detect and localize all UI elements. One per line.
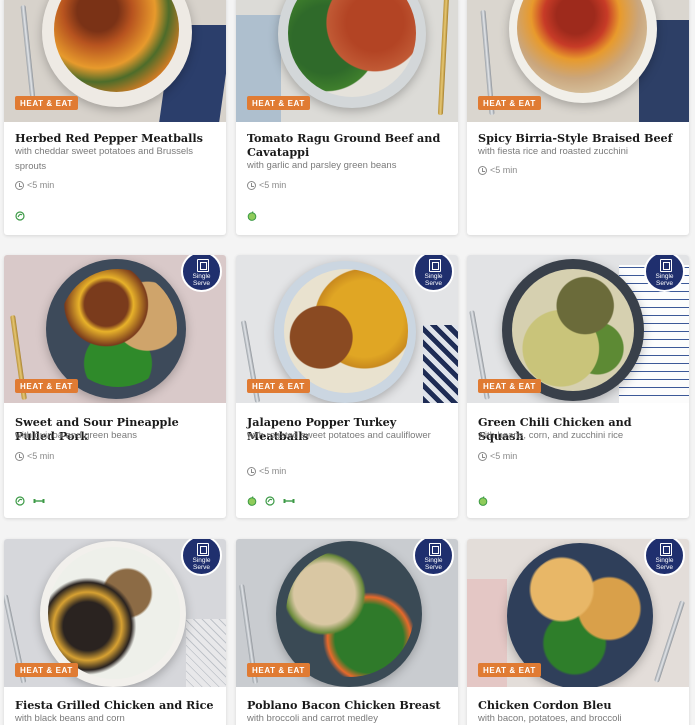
diet-icons bbox=[15, 211, 25, 221]
clock-icon bbox=[15, 180, 24, 190]
meal-title[interactable]: Chicken Cordon Bleu bbox=[478, 698, 678, 712]
clock-icon bbox=[247, 466, 256, 476]
apple-icon bbox=[247, 211, 257, 221]
meal-card[interactable]: Single Serve HEAT & EAT Jalapeno Popper T… bbox=[236, 255, 458, 518]
meal-image[interactable]: HEAT & EAT bbox=[467, 0, 689, 122]
meal-subtitle: with beans, corn, and zucchini rice bbox=[478, 430, 624, 441]
low-carb-icon bbox=[15, 496, 25, 506]
meal-card[interactable]: HEAT & EAT Tomato Ragu Ground Beef and C… bbox=[236, 0, 458, 235]
clock-icon bbox=[15, 451, 24, 461]
prep-time: <5 min bbox=[15, 180, 54, 190]
meal-subtitle: with fiesta rice and roasted zucchini bbox=[478, 146, 628, 157]
meal-container-icon bbox=[429, 259, 441, 272]
meal-image[interactable]: Single Serve HEAT & EAT bbox=[236, 539, 458, 687]
meal-subtitle: with garlic and parsley green beans bbox=[247, 160, 397, 171]
low-carb-icon bbox=[15, 211, 25, 221]
meal-image[interactable]: Single Serve HEAT & EAT bbox=[4, 539, 226, 687]
prep-time: <5 min bbox=[478, 451, 517, 461]
heat-and-eat-tag: HEAT & EAT bbox=[15, 663, 78, 677]
meal-card[interactable]: Single Serve HEAT & EAT Fiesta Grilled Ch… bbox=[4, 539, 226, 725]
meal-subtitle: with black beans and corn bbox=[15, 713, 125, 724]
diet-icons bbox=[247, 496, 295, 506]
apple-icon bbox=[478, 496, 488, 506]
heat-and-eat-tag: HEAT & EAT bbox=[247, 96, 310, 110]
heat-and-eat-tag: HEAT & EAT bbox=[247, 663, 310, 677]
meal-subtitle: with cheddar sweet potatoes and Brussels… bbox=[15, 146, 193, 172]
meal-card[interactable]: Single Serve HEAT & EAT Sweet and Sour Pi… bbox=[4, 255, 226, 518]
protein-icon bbox=[33, 496, 45, 506]
meal-subtitle: with bacon, potatoes, and broccoli bbox=[478, 713, 622, 724]
prep-time-label: <5 min bbox=[490, 165, 518, 175]
prep-time-label: <5 min bbox=[259, 180, 287, 190]
meal-subtitle: with broccoli and carrot medley bbox=[247, 713, 378, 724]
meal-image[interactable]: Single Serve HEAT & EAT bbox=[4, 255, 226, 403]
clock-icon bbox=[247, 180, 256, 190]
meal-subtitle: with roasted sweet potatoes and cauliflo… bbox=[247, 430, 431, 441]
heat-and-eat-tag: HEAT & EAT bbox=[15, 96, 78, 110]
meal-card[interactable]: Single Serve HEAT & EAT Chicken Cordon Bl… bbox=[467, 539, 689, 725]
meal-container-icon bbox=[197, 259, 209, 272]
prep-time-label: <5 min bbox=[490, 451, 518, 461]
heat-and-eat-tag: HEAT & EAT bbox=[478, 663, 541, 677]
meal-title[interactable]: Tomato Ragu Ground Beef and Cavatappi bbox=[247, 131, 447, 159]
meal-image[interactable]: HEAT & EAT bbox=[4, 0, 226, 122]
diet-icons bbox=[247, 211, 257, 221]
meal-card[interactable]: HEAT & EAT Herbed Red Pepper Meatballs w… bbox=[4, 0, 226, 235]
clock-icon bbox=[478, 451, 487, 461]
prep-time: <5 min bbox=[478, 165, 517, 175]
heat-and-eat-tag: HEAT & EAT bbox=[478, 96, 541, 110]
prep-time: <5 min bbox=[247, 466, 286, 476]
meal-card[interactable]: HEAT & EAT Spicy Birria-Style Braised Be… bbox=[467, 0, 689, 235]
prep-time-label: <5 min bbox=[27, 180, 55, 190]
meal-container-icon bbox=[197, 543, 209, 556]
meal-image[interactable]: Single Serve HEAT & EAT bbox=[467, 255, 689, 403]
meal-title[interactable]: Herbed Red Pepper Meatballs bbox=[15, 131, 215, 145]
heat-and-eat-tag: HEAT & EAT bbox=[247, 379, 310, 393]
heat-and-eat-tag: HEAT & EAT bbox=[15, 379, 78, 393]
meal-image[interactable]: Single Serve HEAT & EAT bbox=[236, 255, 458, 403]
apple-icon bbox=[247, 496, 257, 506]
meal-container-icon bbox=[660, 259, 672, 272]
meal-container-icon bbox=[660, 543, 672, 556]
prep-time-label: <5 min bbox=[27, 451, 55, 461]
meal-title[interactable]: Fiesta Grilled Chicken and Rice bbox=[15, 698, 215, 712]
meal-title[interactable]: Poblano Bacon Chicken Breast bbox=[247, 698, 447, 712]
prep-time-label: <5 min bbox=[259, 466, 287, 476]
low-carb-icon bbox=[265, 496, 275, 506]
diet-icons bbox=[15, 496, 45, 506]
meal-card[interactable]: Single Serve HEAT & EAT Green Chili Chick… bbox=[467, 255, 689, 518]
clock-icon bbox=[478, 165, 487, 175]
meal-subtitle: with quinoa and green beans bbox=[15, 430, 138, 441]
heat-and-eat-tag: HEAT & EAT bbox=[478, 379, 541, 393]
meal-title[interactable]: Spicy Birria-Style Braised Beef bbox=[478, 131, 678, 145]
prep-time: <5 min bbox=[247, 180, 286, 190]
meal-container-icon bbox=[429, 543, 441, 556]
meal-image[interactable]: Single Serve HEAT & EAT bbox=[467, 539, 689, 687]
meal-card[interactable]: Single Serve HEAT & EAT Poblano Bacon Chi… bbox=[236, 539, 458, 725]
protein-icon bbox=[283, 496, 295, 506]
prep-time: <5 min bbox=[15, 451, 54, 461]
meal-image[interactable]: HEAT & EAT bbox=[236, 0, 458, 122]
diet-icons bbox=[478, 496, 488, 506]
